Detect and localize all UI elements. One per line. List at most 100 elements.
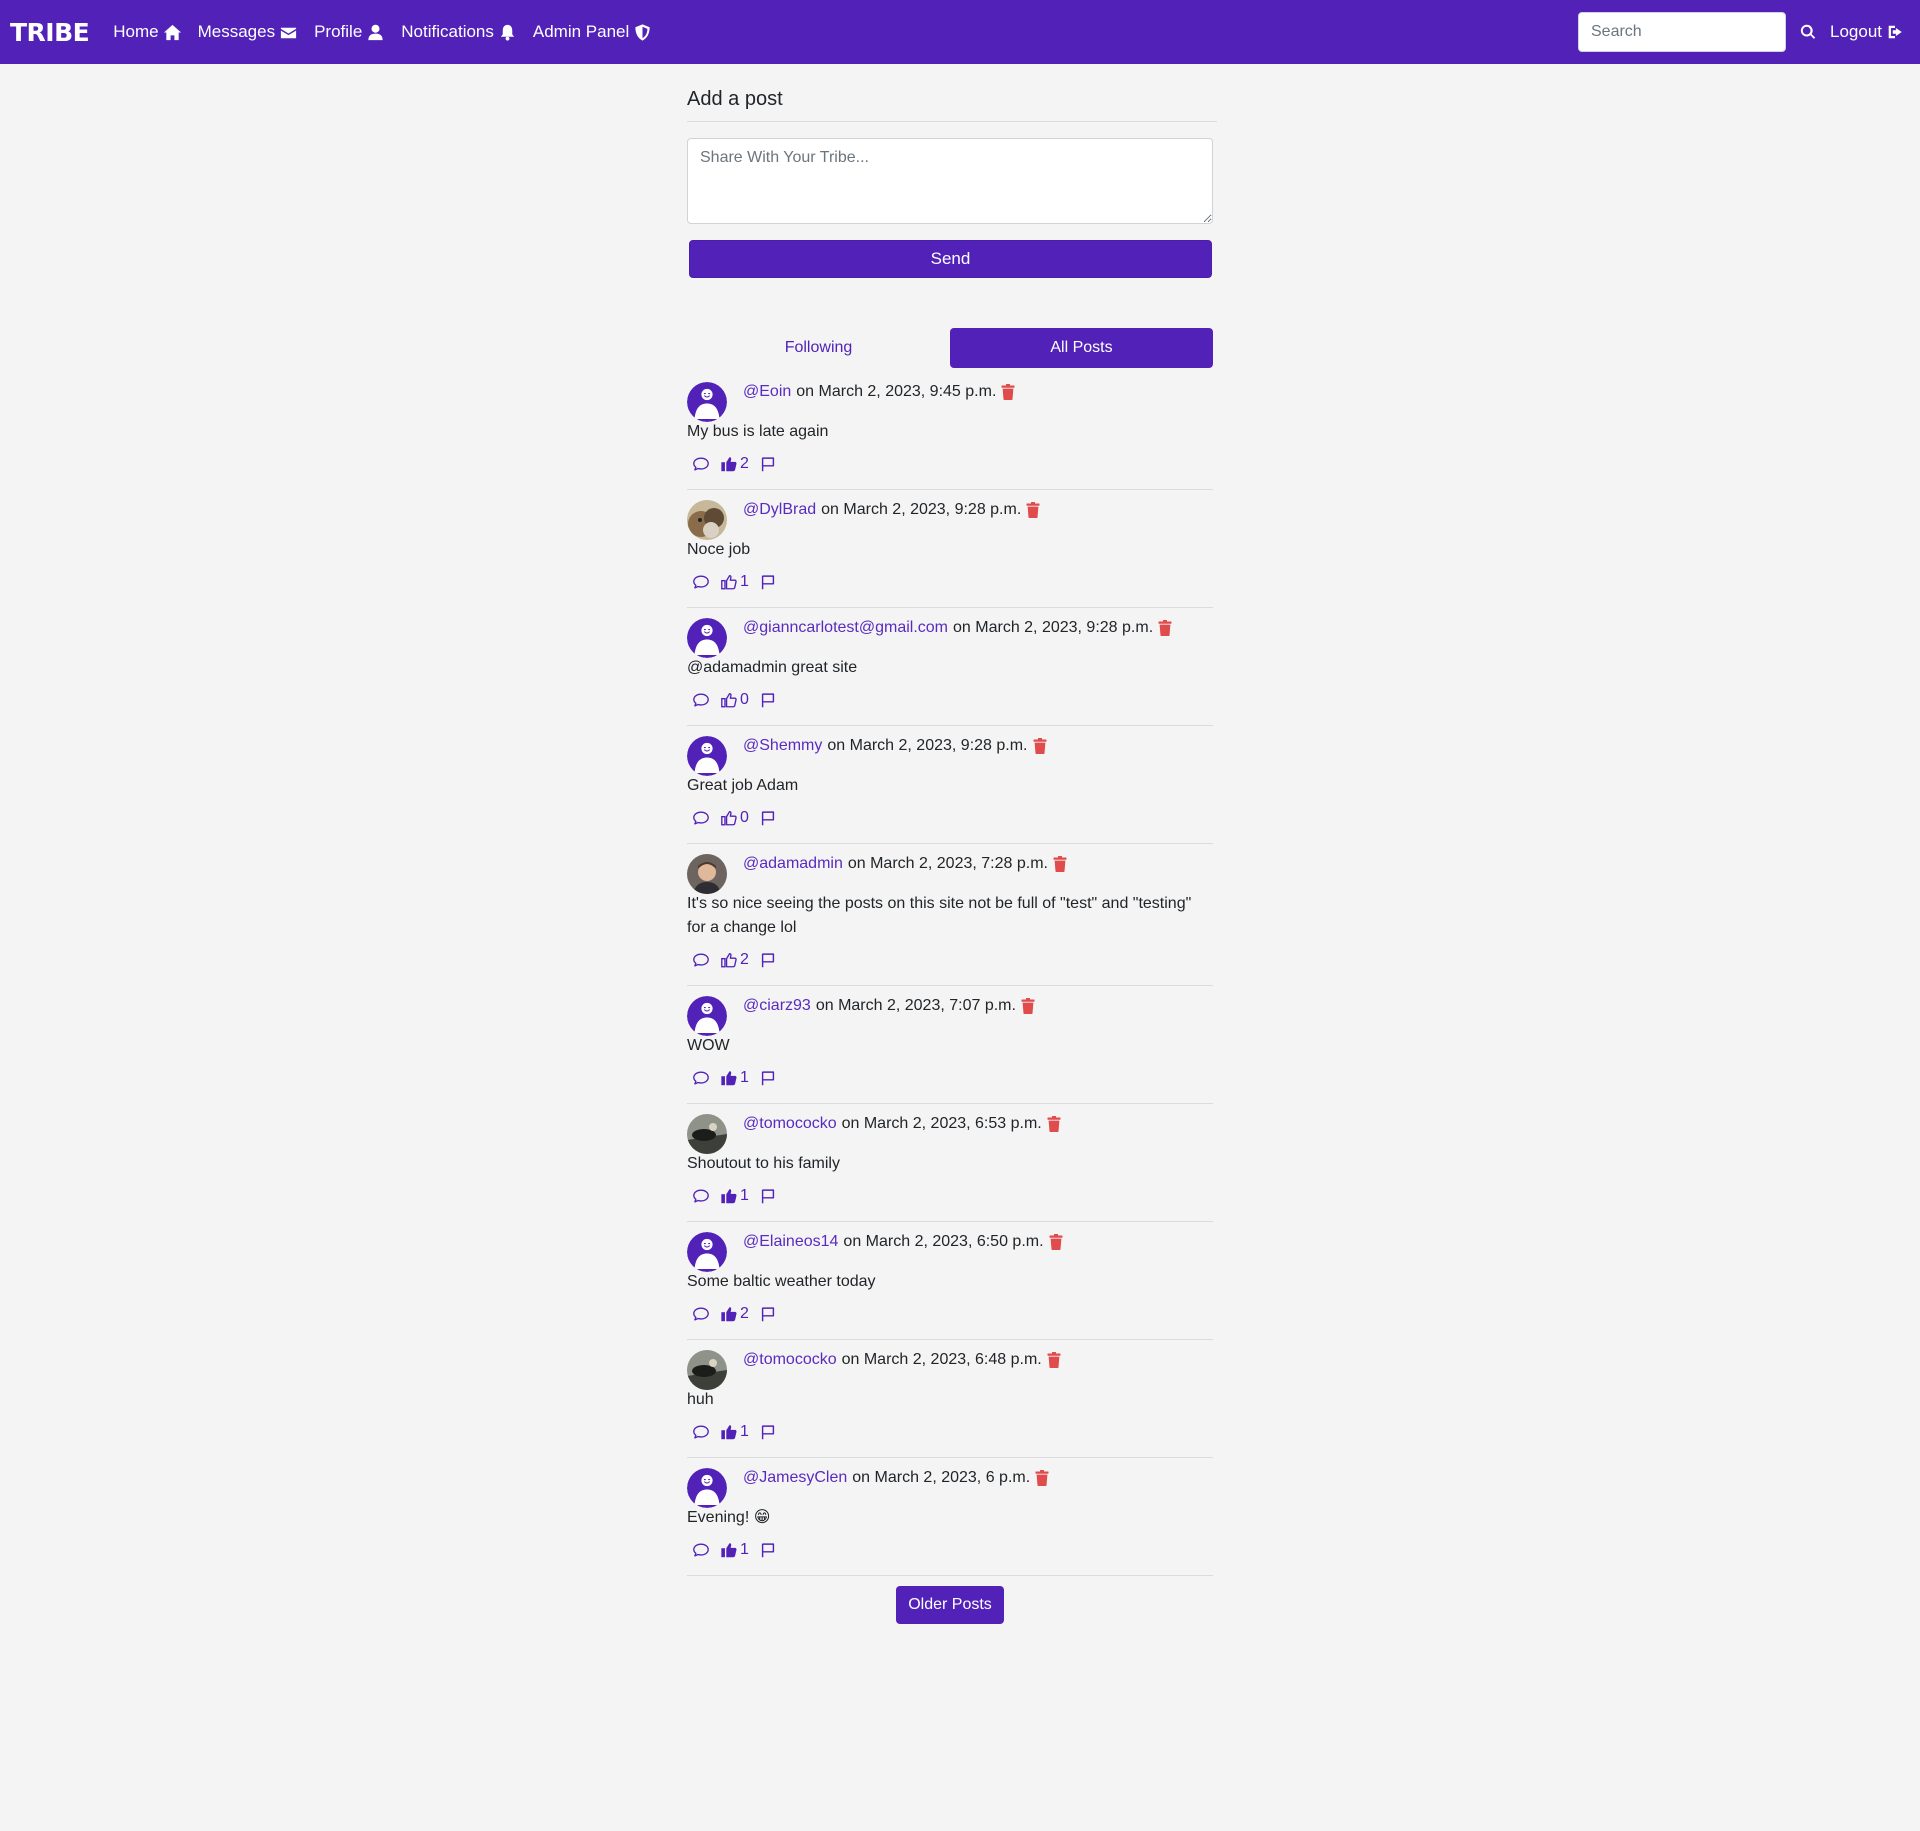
like-button[interactable] xyxy=(720,951,738,969)
tab-following[interactable]: Following xyxy=(687,328,950,368)
comment-button[interactable] xyxy=(692,573,710,591)
like-button[interactable] xyxy=(720,1069,738,1087)
post-textarea[interactable] xyxy=(687,138,1213,224)
report-button[interactable] xyxy=(759,1541,777,1559)
delete-post-button[interactable] xyxy=(1026,502,1040,518)
avatar[interactable] xyxy=(687,736,727,776)
like-button[interactable] xyxy=(720,809,738,827)
report-button[interactable] xyxy=(759,455,777,473)
report-button[interactable] xyxy=(759,1423,777,1441)
feed-tabs: Following All Posts xyxy=(687,328,1213,368)
post-body: @adamadmin great site xyxy=(687,659,858,676)
post-meta: @JamesyClen on March 2, 2023, 6 p.m. xyxy=(743,1468,1049,1488)
avatar[interactable] xyxy=(687,854,727,894)
report-button[interactable] xyxy=(759,1187,777,1205)
avatar[interactable] xyxy=(687,500,727,540)
post-username[interactable]: @Shemmy xyxy=(743,736,822,756)
user-icon xyxy=(368,24,383,40)
post-username[interactable]: @Elaineos14 xyxy=(743,1232,838,1252)
delete-post-button[interactable] xyxy=(1158,620,1172,636)
nav-admin-link[interactable]: Admin Panel xyxy=(533,22,652,42)
like-button[interactable] xyxy=(720,1423,738,1441)
older-posts-button[interactable]: Older Posts xyxy=(896,1586,1004,1624)
nav-messages-link[interactable]: Messages xyxy=(198,22,298,42)
post-body: Evening! 😁 xyxy=(687,1509,771,1526)
comment-button[interactable] xyxy=(692,809,710,827)
nav-home-link[interactable]: Home xyxy=(113,22,181,42)
thumbs-up-filled-icon xyxy=(721,1189,737,1204)
like-button[interactable] xyxy=(720,1305,738,1323)
flag-icon xyxy=(761,953,775,968)
delete-post-button[interactable] xyxy=(1049,1234,1063,1250)
comment-button[interactable] xyxy=(692,1541,710,1559)
post-body: Some baltic weather today xyxy=(687,1273,876,1290)
logout-link[interactable]: Logout xyxy=(1830,22,1904,42)
post-meta: @Shemmy on March 2, 2023, 9:28 p.m. xyxy=(743,736,1047,756)
report-button[interactable] xyxy=(759,951,777,969)
nav-notifications-link[interactable]: Notifications xyxy=(401,22,517,42)
report-button[interactable] xyxy=(759,573,777,591)
comment-icon xyxy=(693,457,709,471)
avatar[interactable] xyxy=(687,618,727,658)
post-username[interactable]: @ciarz93 xyxy=(743,996,811,1016)
brand-logo[interactable]: TRIBE xyxy=(10,18,90,47)
comment-button[interactable] xyxy=(692,951,710,969)
delete-post-button[interactable] xyxy=(1001,384,1015,400)
logout-label: Logout xyxy=(1830,22,1882,41)
avatar[interactable] xyxy=(687,996,727,1036)
post-username[interactable]: @JamesyClen xyxy=(743,1468,847,1488)
avatar[interactable] xyxy=(687,1468,727,1508)
post-item: @gianncarlotest@gmail.com on March 2, 202… xyxy=(687,618,1213,726)
flag-icon xyxy=(761,1071,775,1086)
post-meta: @Eoin on March 2, 2023, 9:45 p.m. xyxy=(743,382,1015,402)
like-button[interactable] xyxy=(720,1541,738,1559)
post-username[interactable]: @tomococko xyxy=(743,1114,837,1134)
like-button[interactable] xyxy=(720,573,738,591)
report-button[interactable] xyxy=(759,809,777,827)
comment-button[interactable] xyxy=(692,1305,710,1323)
comment-button[interactable] xyxy=(692,691,710,709)
post-meta: @Elaineos14 on March 2, 2023, 6:50 p.m. xyxy=(743,1232,1063,1252)
comment-icon xyxy=(693,811,709,825)
delete-post-button[interactable] xyxy=(1033,738,1047,754)
flag-icon xyxy=(761,457,775,472)
report-button[interactable] xyxy=(759,1069,777,1087)
delete-post-button[interactable] xyxy=(1021,998,1035,1014)
avatar[interactable] xyxy=(687,382,727,422)
comment-button[interactable] xyxy=(692,1069,710,1087)
nav-home-label: Home xyxy=(113,22,159,41)
delete-post-button[interactable] xyxy=(1053,856,1067,872)
delete-post-button[interactable] xyxy=(1047,1116,1061,1132)
post-username[interactable]: @DylBrad xyxy=(743,500,816,520)
report-button[interactable] xyxy=(759,691,777,709)
like-button[interactable] xyxy=(720,691,738,709)
post-item: @JamesyClen on March 2, 2023, 6 p.m. Eveni… xyxy=(687,1468,1213,1576)
comment-icon xyxy=(693,1425,709,1439)
search-button[interactable] xyxy=(1786,23,1830,41)
post-username[interactable]: @tomococko xyxy=(743,1350,837,1370)
comment-button[interactable] xyxy=(692,1187,710,1205)
post-date: on March 2, 2023, 6 p.m. xyxy=(852,1469,1031,1486)
like-button[interactable] xyxy=(720,1187,738,1205)
flag-icon xyxy=(761,575,775,590)
nav-profile-link[interactable]: Profile xyxy=(314,22,385,42)
like-count: 2 xyxy=(740,1305,749,1322)
thumbs-up-filled-icon xyxy=(721,1307,737,1322)
post-username[interactable]: @Eoin xyxy=(743,382,791,402)
like-count: 1 xyxy=(740,1187,749,1204)
thumbs-up-filled-icon xyxy=(721,457,737,472)
like-button[interactable] xyxy=(720,455,738,473)
report-button[interactable] xyxy=(759,1305,777,1323)
send-button[interactable]: Send xyxy=(689,240,1212,278)
search-input[interactable] xyxy=(1578,12,1786,52)
post-username[interactable]: @gianncarlotest@gmail.com xyxy=(743,618,948,638)
comment-button[interactable] xyxy=(692,1423,710,1441)
post-username[interactable]: @adamadmin xyxy=(743,854,843,874)
avatar[interactable] xyxy=(687,1350,727,1390)
avatar[interactable] xyxy=(687,1232,727,1272)
delete-post-button[interactable] xyxy=(1035,1470,1049,1486)
comment-button[interactable] xyxy=(692,455,710,473)
tab-all-posts[interactable]: All Posts xyxy=(950,328,1213,368)
avatar[interactable] xyxy=(687,1114,727,1154)
delete-post-button[interactable] xyxy=(1047,1352,1061,1368)
